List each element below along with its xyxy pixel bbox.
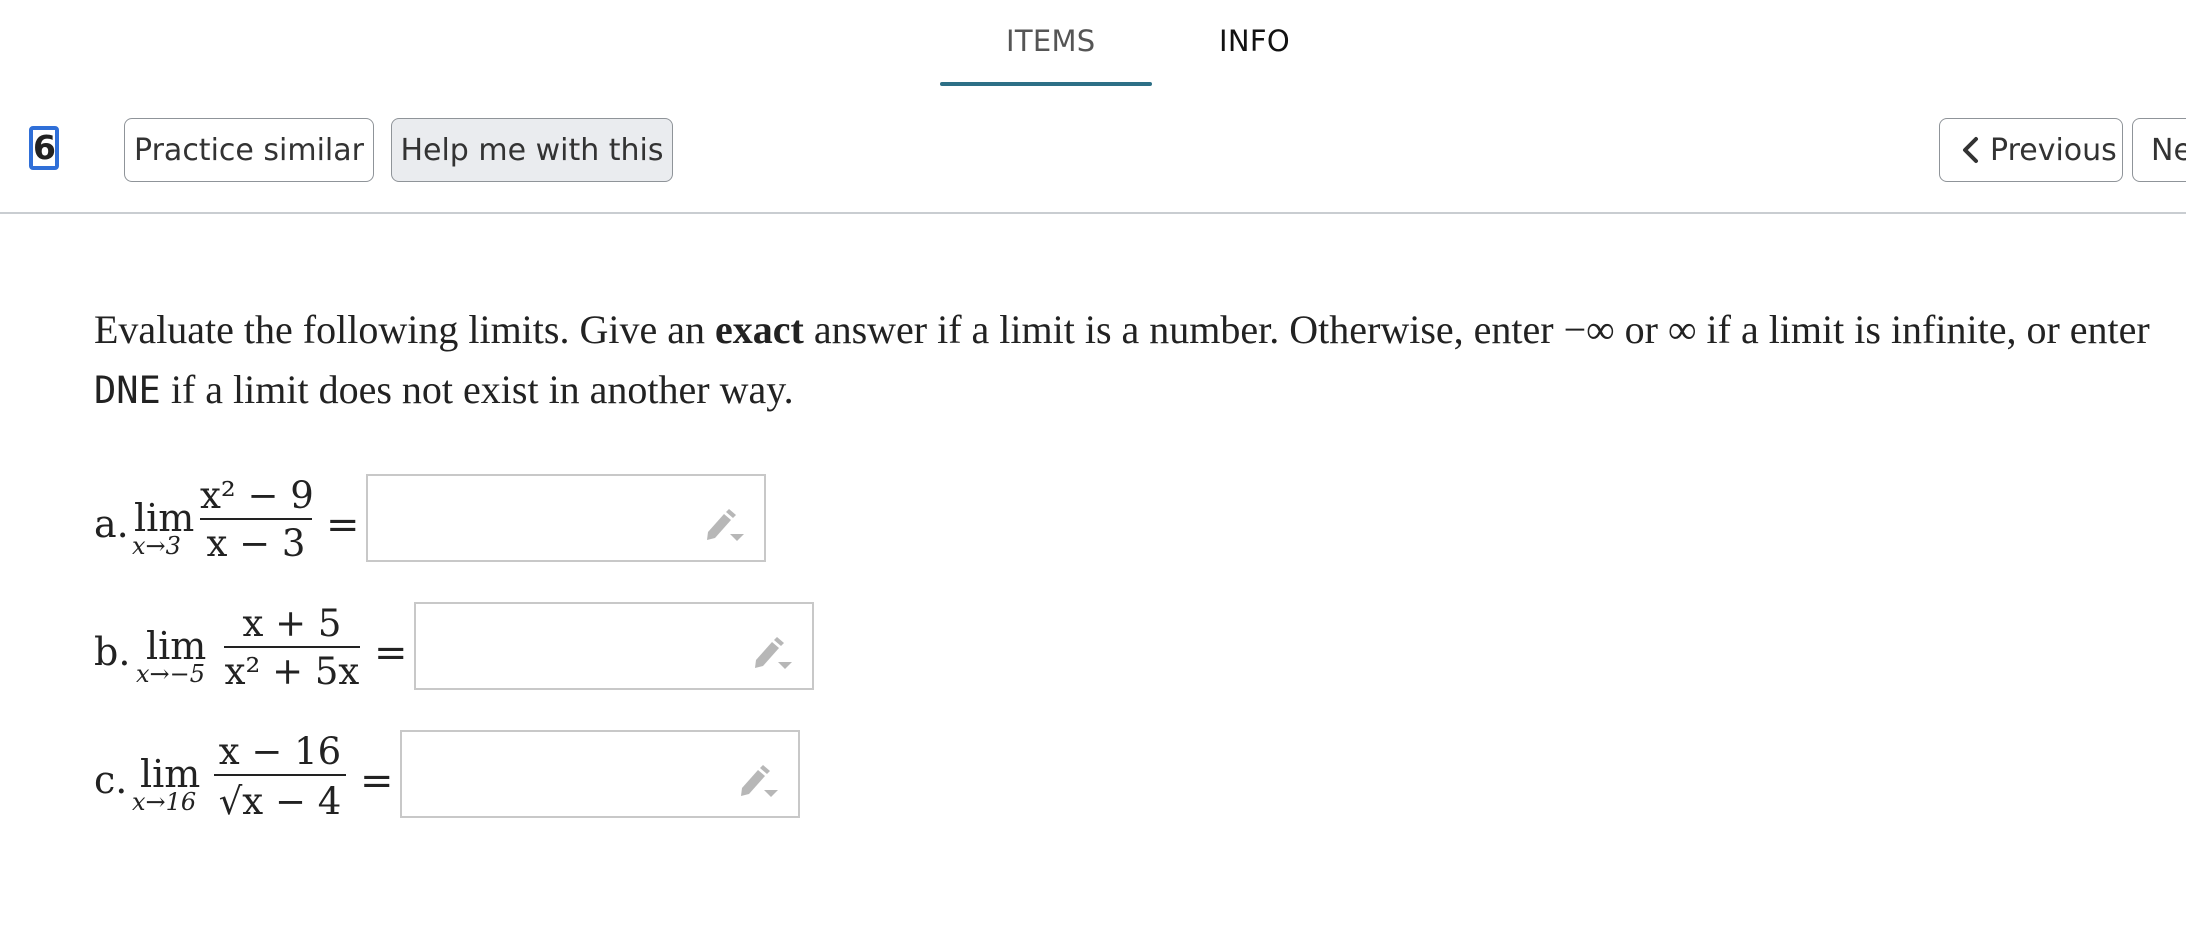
- practice-similar-button[interactable]: Practice similar: [124, 118, 374, 182]
- help-me-button[interactable]: Help me with this: [391, 118, 673, 182]
- tab-items[interactable]: ITEMS: [1006, 24, 1096, 58]
- limit-subscript: x→−5: [136, 660, 206, 688]
- previous-label: Previous: [1990, 132, 2117, 168]
- fraction: x − 16 √x − 4: [214, 730, 346, 830]
- active-tab-indicator: [940, 82, 1152, 86]
- answer-input-b[interactable]: [414, 602, 814, 690]
- pencil-dropdown-icon[interactable]: [702, 502, 746, 542]
- instructions-bold: exact: [714, 307, 804, 352]
- limit-subscript: x→3: [132, 532, 181, 560]
- practice-similar-label: Practice similar: [134, 132, 364, 168]
- answer-input-c[interactable]: [400, 730, 800, 818]
- instructions-part3: if a limit does not exist in another way…: [160, 367, 794, 412]
- problem-b: b. lim x→−5 x + 5 x² + 5x =: [94, 602, 854, 702]
- problem-label: c.: [94, 758, 128, 802]
- problem-a: a. lim x→3 x² − 9 x − 3 =: [94, 474, 794, 574]
- problem-label: b.: [94, 630, 131, 674]
- fraction: x² − 9 x − 3: [200, 474, 314, 574]
- next-label: Ne: [2151, 132, 2186, 168]
- denominator: √x − 4: [218, 780, 342, 823]
- limit-subscript: x→16: [132, 788, 197, 816]
- tab-bar: ITEMS INFO: [0, 0, 2186, 90]
- instructions-part1: Evaluate the following limits. Give an: [94, 307, 715, 352]
- fraction-bar: [200, 518, 312, 520]
- question-prompt: Evaluate the following limits. Give an e…: [94, 300, 2154, 421]
- instructions-text: Evaluate the following limits. Give an e…: [94, 300, 2154, 421]
- question-number[interactable]: 6.: [29, 126, 59, 170]
- instructions-dne: DNE: [94, 369, 161, 412]
- denominator: x² + 5x: [224, 650, 360, 693]
- instructions-part2: answer if a limit is a number. Otherwise…: [803, 307, 2150, 352]
- next-button[interactable]: Ne: [2132, 118, 2186, 182]
- answer-input-a[interactable]: [366, 474, 766, 562]
- problem-label: a.: [94, 502, 129, 546]
- denominator: x − 3: [206, 522, 306, 565]
- chevron-left-icon: [1963, 137, 1978, 163]
- equals-sign: =: [360, 758, 394, 804]
- toolbar-divider: [0, 212, 2186, 214]
- previous-button[interactable]: Previous: [1939, 118, 2123, 182]
- equals-sign: =: [374, 630, 408, 676]
- fraction-bar: [214, 774, 346, 776]
- question-toolbar: 6. Practice similar Help me with this Pr…: [0, 110, 2186, 214]
- numerator: x − 16: [218, 730, 342, 773]
- numerator: x + 5: [242, 602, 342, 645]
- tab-info[interactable]: INFO: [1219, 24, 1290, 58]
- pencil-dropdown-icon[interactable]: [750, 630, 794, 670]
- equals-sign: =: [326, 502, 360, 548]
- help-me-label: Help me with this: [400, 132, 664, 168]
- fraction-bar: [224, 646, 360, 648]
- problem-c: c. lim x→16 x − 16 √x − 4 =: [94, 730, 854, 830]
- numerator: x² − 9: [200, 474, 314, 517]
- pencil-dropdown-icon[interactable]: [736, 758, 780, 798]
- fraction: x + 5 x² + 5x: [224, 602, 360, 702]
